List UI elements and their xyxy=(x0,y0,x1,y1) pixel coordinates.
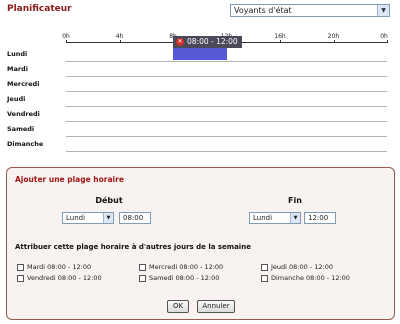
tick-label-24: 0h xyxy=(380,33,388,40)
axis-tick xyxy=(66,40,67,43)
checkbox[interactable] xyxy=(17,274,24,282)
checkbox[interactable] xyxy=(139,274,146,282)
checkbox[interactable] xyxy=(139,263,146,271)
day-row-line xyxy=(66,121,387,122)
day-row-line xyxy=(66,76,387,77)
start-day-value: Lundi xyxy=(66,214,86,222)
copy-days-title: Attribuer cette plage horaire à d'autres… xyxy=(15,243,251,251)
axis-tick xyxy=(280,40,281,43)
end-time-input[interactable]: 12:00 xyxy=(304,212,336,224)
copy-day-samedi[interactable]: Samedi 08:00 - 12:00 xyxy=(139,274,219,282)
copy-day-mardi[interactable]: Mardi 08:00 - 12:00 xyxy=(17,263,91,271)
chevron-down-icon: ▼ xyxy=(103,213,113,223)
axis-tick xyxy=(119,40,121,43)
checkbox-label: Mardi 08:00 - 12:00 xyxy=(27,263,92,271)
delete-range-icon[interactable]: ✕ xyxy=(176,38,184,46)
axis-tick xyxy=(387,40,388,43)
panel-title: Ajouter une plage horaire xyxy=(15,175,124,184)
page-title: Planificateur xyxy=(7,4,72,14)
day-label-jeudi: Jeudi xyxy=(7,95,26,103)
copy-day-mercredi[interactable]: Mercredi 08:00 - 12:00 xyxy=(139,263,223,271)
checkbox-label: Vendredi 08:00 - 12:00 xyxy=(27,274,102,282)
day-label-dimanche: Dimanche xyxy=(7,140,44,148)
copy-day-vendredi[interactable]: Vendredi 08:00 - 12:00 xyxy=(17,274,102,282)
chevron-down-icon: ▼ xyxy=(290,213,300,223)
copy-day-dimanche[interactable]: Dimanche 08:00 - 12:00 xyxy=(261,274,350,282)
chevron-down-icon: ▼ xyxy=(377,5,389,16)
start-heading: Début xyxy=(95,196,123,205)
tick-label-4: 4h xyxy=(115,33,124,40)
day-label-vendredi: Vendredi xyxy=(7,110,40,118)
day-label-mardi: Mardi xyxy=(7,65,28,73)
time-range-bar[interactable] xyxy=(173,48,227,60)
day-row-line xyxy=(66,136,387,137)
ok-button[interactable]: OK xyxy=(167,300,189,313)
start-time-input[interactable]: 08:00 xyxy=(119,212,151,224)
checkbox-label: Dimanche 08:00 - 12:00 xyxy=(271,274,350,282)
checkbox-label: Samedi 08:00 - 12:00 xyxy=(149,274,220,282)
end-day-select[interactable]: Lundi ▼ xyxy=(249,212,301,224)
copy-day-jeudi[interactable]: Jeudi 08:00 - 12:00 xyxy=(261,263,333,271)
day-row-line xyxy=(66,91,387,92)
day-row-line xyxy=(66,151,387,152)
checkbox-label: Mercredi 08:00 - 12:00 xyxy=(149,263,224,271)
tick-label-16: 16h xyxy=(274,33,286,40)
cancel-button[interactable]: Annuler xyxy=(197,300,235,313)
view-select[interactable]: Voyants d'état ▼ xyxy=(230,4,390,17)
checkbox-label: Jeudi 08:00 - 12:00 xyxy=(271,263,333,271)
add-range-panel: Ajouter une plage horaire Début Fin Lund… xyxy=(6,167,395,320)
time-range-text: 08:00 - 12:00 xyxy=(187,37,238,46)
end-day-value: Lundi xyxy=(253,214,273,222)
tick-label-20: 20h xyxy=(327,33,340,40)
time-range-label[interactable]: ✕ 08:00 - 12:00 xyxy=(173,36,242,48)
day-label-mercredi: Mercredi xyxy=(7,80,40,88)
day-row-line xyxy=(66,61,387,62)
day-label-samedi: Samedi xyxy=(7,125,35,133)
day-label-lundi: Lundi xyxy=(7,50,28,58)
end-heading: Fin xyxy=(288,196,302,205)
day-row-line xyxy=(66,106,387,107)
tick-label-0: 0h xyxy=(62,33,70,40)
checkbox[interactable] xyxy=(17,263,24,271)
view-select-value: Voyants d'état xyxy=(234,6,292,15)
axis-tick xyxy=(333,40,335,43)
checkbox[interactable] xyxy=(261,263,268,271)
checkbox[interactable] xyxy=(261,274,268,282)
start-day-select[interactable]: Lundi ▼ xyxy=(62,212,114,224)
